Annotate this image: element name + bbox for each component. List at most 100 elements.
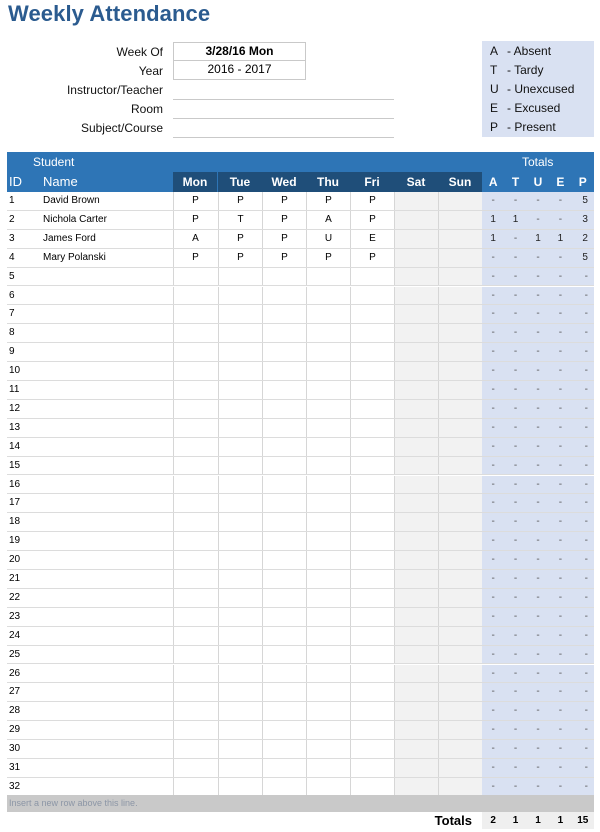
attendance-cell-sun[interactable] [438, 683, 482, 702]
attendance-cell-sun[interactable] [438, 513, 482, 532]
attendance-cell-tue[interactable] [218, 343, 262, 362]
attendance-cell-wed[interactable] [262, 645, 306, 664]
attendance-cell-mon[interactable] [173, 381, 217, 399]
attendance-cell-tue[interactable] [218, 324, 262, 343]
attendance-cell-wed[interactable] [262, 626, 306, 645]
attendance-cell-tue[interactable] [218, 551, 262, 569]
attendance-cell-fri[interactable] [350, 607, 394, 626]
attendance-cell-sat[interactable] [394, 740, 438, 758]
attendance-cell-sun[interactable] [438, 702, 482, 721]
attendance-cell-fri[interactable] [350, 437, 394, 456]
attendance-cell-sun[interactable] [438, 777, 482, 796]
student-name[interactable]: Nichola Carter [43, 211, 173, 229]
attendance-cell-sat[interactable] [394, 437, 438, 456]
attendance-cell-wed[interactable]: P [262, 229, 306, 248]
attendance-cell-fri[interactable]: P [350, 210, 394, 229]
attendance-cell-fri[interactable] [350, 588, 394, 607]
attendance-cell-mon[interactable]: P [173, 248, 217, 267]
attendance-cell-thu[interactable] [306, 721, 350, 740]
attendance-cell-fri[interactable] [350, 418, 394, 437]
attendance-cell-thu[interactable] [306, 286, 350, 305]
attendance-cell-tue[interactable] [218, 759, 262, 777]
attendance-cell-mon[interactable] [173, 777, 217, 796]
attendance-cell-fri[interactable] [350, 494, 394, 513]
student-name[interactable] [43, 305, 173, 323]
attendance-cell-fri[interactable] [350, 645, 394, 664]
attendance-cell-fri[interactable] [350, 381, 394, 399]
attendance-cell-wed[interactable] [262, 532, 306, 551]
attendance-cell-thu[interactable] [306, 343, 350, 362]
attendance-cell-wed[interactable] [262, 456, 306, 475]
attendance-cell-tue[interactable] [218, 362, 262, 380]
attendance-cell-sun[interactable] [438, 532, 482, 551]
student-name[interactable] [43, 721, 173, 739]
attendance-cell-thu[interactable] [306, 475, 350, 494]
attendance-cell-thu[interactable] [306, 532, 350, 551]
attendance-cell-thu[interactable]: A [306, 210, 350, 229]
attendance-cell-tue[interactable] [218, 532, 262, 551]
attendance-cell-sun[interactable] [438, 324, 482, 343]
attendance-cell-sun[interactable] [438, 418, 482, 437]
attendance-cell-tue[interactable] [218, 475, 262, 494]
attendance-cell-mon[interactable] [173, 305, 217, 324]
attendance-cell-thu[interactable] [306, 740, 350, 758]
attendance-cell-mon[interactable] [173, 683, 217, 702]
attendance-cell-sat[interactable] [394, 192, 438, 210]
student-name[interactable] [43, 494, 173, 512]
attendance-cell-sat[interactable] [394, 588, 438, 607]
student-name[interactable] [43, 381, 173, 399]
attendance-cell-sat[interactable] [394, 551, 438, 569]
attendance-cell-wed[interactable] [262, 702, 306, 721]
attendance-cell-mon[interactable] [173, 399, 217, 418]
attendance-cell-tue[interactable] [218, 437, 262, 456]
attendance-cell-sat[interactable] [394, 570, 438, 588]
student-name[interactable] [43, 551, 173, 569]
attendance-cell-fri[interactable] [350, 664, 394, 683]
attendance-cell-tue[interactable] [218, 740, 262, 758]
attendance-cell-sat[interactable] [394, 305, 438, 324]
student-name[interactable] [43, 343, 173, 361]
attendance-cell-mon[interactable] [173, 607, 217, 626]
attendance-cell-tue[interactable] [218, 702, 262, 721]
student-name[interactable] [43, 476, 173, 494]
attendance-cell-thu[interactable] [306, 418, 350, 437]
attendance-cell-tue[interactable] [218, 513, 262, 532]
attendance-cell-fri[interactable] [350, 324, 394, 343]
attendance-cell-sat[interactable] [394, 456, 438, 475]
attendance-cell-tue[interactable] [218, 626, 262, 645]
attendance-cell-tue[interactable] [218, 305, 262, 324]
attendance-cell-sun[interactable] [438, 551, 482, 569]
attendance-cell-wed[interactable] [262, 513, 306, 532]
attendance-cell-sat[interactable] [394, 645, 438, 664]
attendance-cell-sun[interactable] [438, 399, 482, 418]
attendance-cell-sat[interactable] [394, 475, 438, 494]
student-name[interactable] [43, 400, 173, 418]
attendance-cell-mon[interactable] [173, 721, 217, 740]
attendance-cell-sat[interactable] [394, 777, 438, 796]
attendance-cell-mon[interactable] [173, 551, 217, 569]
attendance-cell-fri[interactable]: P [350, 248, 394, 267]
attendance-cell-wed[interactable] [262, 286, 306, 305]
student-name[interactable] [43, 627, 173, 645]
student-name[interactable]: David Brown [43, 192, 173, 210]
attendance-cell-sun[interactable] [438, 588, 482, 607]
attendance-cell-fri[interactable] [350, 305, 394, 324]
attendance-cell-sun[interactable] [438, 626, 482, 645]
student-name[interactable] [43, 324, 173, 342]
attendance-cell-sat[interactable] [394, 664, 438, 683]
attendance-cell-wed[interactable] [262, 494, 306, 513]
student-name[interactable] [43, 532, 173, 550]
attendance-cell-thu[interactable] [306, 494, 350, 513]
attendance-cell-sat[interactable] [394, 248, 438, 267]
attendance-cell-thu[interactable]: P [306, 192, 350, 210]
attendance-cell-thu[interactable] [306, 570, 350, 588]
attendance-cell-tue[interactable] [218, 381, 262, 399]
attendance-cell-tue[interactable]: T [218, 210, 262, 229]
attendance-cell-fri[interactable] [350, 456, 394, 475]
attendance-cell-fri[interactable] [350, 702, 394, 721]
attendance-cell-tue[interactable] [218, 721, 262, 740]
attendance-cell-sun[interactable] [438, 267, 482, 286]
attendance-cell-thu[interactable] [306, 664, 350, 683]
attendance-cell-fri[interactable] [350, 343, 394, 362]
attendance-cell-tue[interactable] [218, 494, 262, 513]
